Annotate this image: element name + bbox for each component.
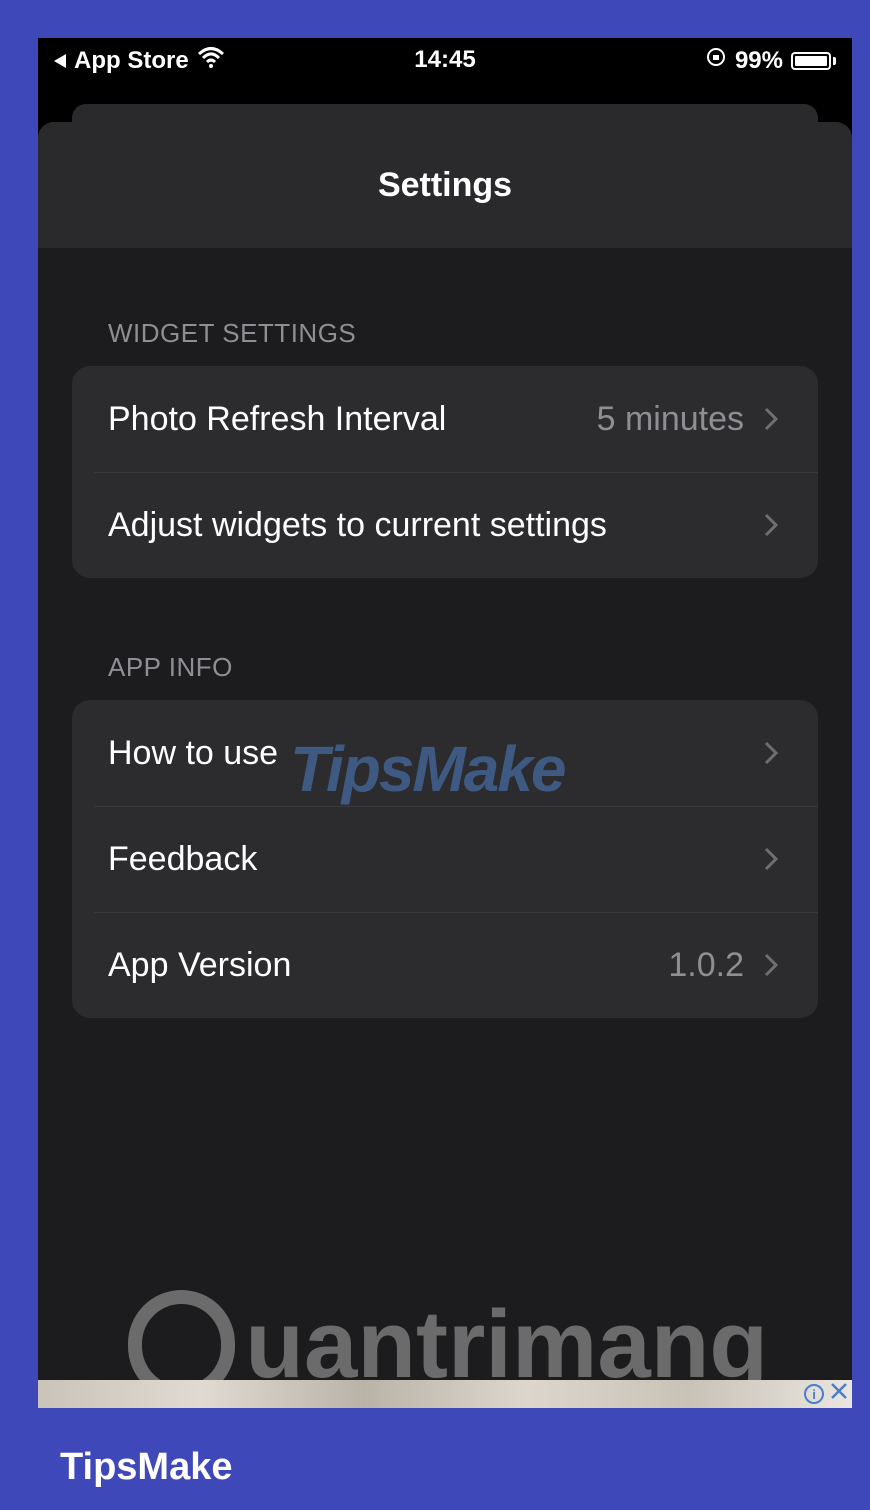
widget-settings-group: Photo Refresh Interval 5 minutes Adjust … — [72, 366, 818, 578]
tipsmake-watermark: TipsMake — [290, 733, 566, 805]
orientation-lock-icon — [705, 46, 727, 75]
row-label: App Version — [108, 945, 292, 984]
battery-tip — [833, 56, 836, 65]
row-label: Adjust widgets to current settings — [108, 505, 607, 544]
chevron-right-icon — [764, 953, 782, 977]
row-value: 1.0.2 — [668, 945, 744, 984]
row-label: Photo Refresh Interval — [108, 399, 447, 438]
chevron-right-icon — [764, 407, 782, 431]
row-adjust-widgets[interactable]: Adjust widgets to current settings — [72, 472, 818, 578]
row-photo-refresh-interval[interactable]: Photo Refresh Interval 5 minutes — [72, 366, 818, 472]
status-bar: App Store 14:45 99% — [38, 38, 852, 98]
screenshot-frame: App Store 14:45 99% Settings WIDGET SETT… — [0, 0, 870, 1510]
phone-screen: App Store 14:45 99% Settings WIDGET SETT… — [38, 38, 852, 1408]
ad-info-icon[interactable]: i — [804, 1384, 824, 1404]
section-header-app-info: APP INFO — [108, 652, 233, 682]
battery-percent: 99% — [734, 46, 783, 74]
nav-bar: Settings — [38, 122, 852, 248]
ad-controls: i — [804, 1382, 848, 1406]
battery-level — [795, 55, 827, 66]
footer-brand: TipsMake — [60, 1446, 233, 1488]
row-feedback[interactable]: Feedback — [72, 806, 818, 912]
ad-close-icon[interactable] — [830, 1382, 848, 1406]
section-header-widget-settings: WIDGET SETTINGS — [108, 318, 357, 348]
battery-icon — [791, 51, 831, 70]
status-right: 99% — [705, 46, 836, 75]
ad-banner[interactable]: i — [38, 1380, 852, 1408]
row-value: 5 minutes — [596, 399, 744, 438]
chevron-right-icon — [764, 513, 782, 537]
row-app-version[interactable]: App Version 1.0.2 — [72, 912, 818, 1018]
page-title: Settings — [377, 165, 513, 204]
chevron-right-icon — [764, 741, 782, 765]
row-label: Feedback — [108, 839, 258, 878]
chevron-right-icon — [764, 847, 782, 871]
